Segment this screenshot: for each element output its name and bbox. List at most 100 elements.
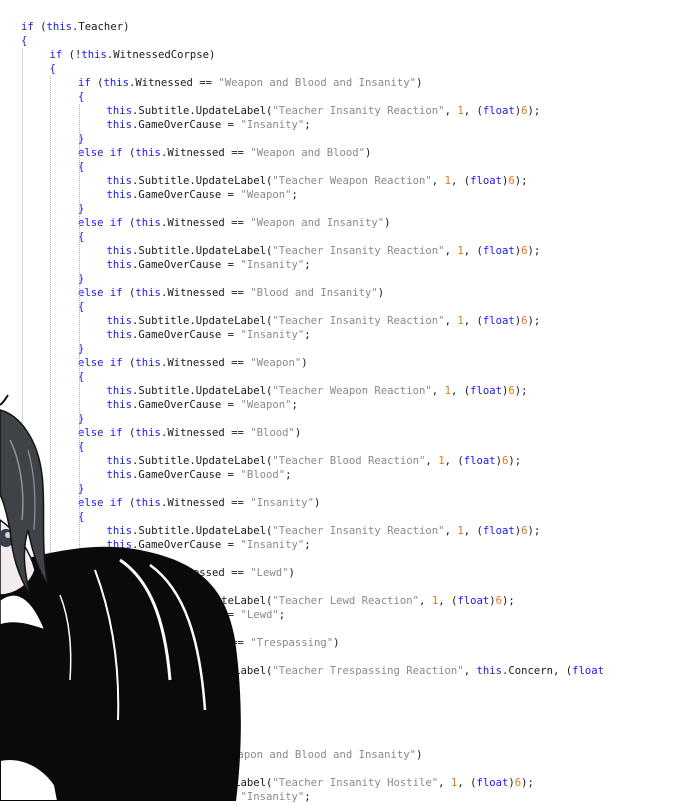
code-token: ); <box>514 385 528 397</box>
code-token: ; <box>278 609 286 621</box>
code-token: ( <box>122 287 136 299</box>
code-token: ); <box>527 315 541 327</box>
code-token: .Witnessed == <box>160 217 251 229</box>
code-token: this <box>135 217 161 229</box>
code-token: .Witnessed == <box>129 77 219 89</box>
code-token: { <box>78 91 85 103</box>
code-token: this <box>106 329 133 341</box>
code-token: { <box>49 63 56 75</box>
code-token: ) <box>377 287 385 299</box>
code-token: ); <box>502 595 515 607</box>
code-token: this <box>135 287 161 299</box>
code-token: float <box>482 105 515 117</box>
code-line: if (this.Witnessed == "Weapon and Blood … <box>78 76 422 90</box>
code-line: this.GameOverCause = "Insanity"; <box>107 118 311 132</box>
code-token: ( <box>122 147 136 159</box>
code-token: else if <box>78 357 123 369</box>
code-token: ) <box>416 77 423 89</box>
character-uniform <box>0 546 241 801</box>
code-token: "Teacher Insanity Hostile" <box>272 777 439 789</box>
code-token: ) <box>288 567 295 579</box>
code-token: .Subtitle.UpdateLabel( <box>132 175 273 187</box>
code-token: "Teacher Blood Reaction" <box>272 455 426 467</box>
code-token: ; <box>304 119 311 131</box>
code-token: if <box>78 77 91 89</box>
code-token: ; <box>285 469 292 481</box>
code-token: , <box>438 777 451 789</box>
code-line: this.Subtitle.UpdateLabel("Teacher Weapo… <box>107 174 528 188</box>
code-token: ; <box>291 399 298 411</box>
code-token: "Insanity" <box>240 119 305 131</box>
code-token: ( <box>122 217 136 229</box>
code-token: "Blood and Insanity" <box>250 287 378 299</box>
code-token: .Witnessed == <box>160 287 251 299</box>
code-token: .GameOverCause = <box>132 329 241 341</box>
code-token: ) <box>314 497 321 509</box>
code-token: , <box>431 175 445 187</box>
code-token: "Teacher Insanity Reaction" <box>272 525 445 537</box>
code-token: .GameOverCause = <box>132 259 241 271</box>
code-token: this <box>106 189 133 201</box>
code-token: .Witnessed == <box>160 147 251 159</box>
code-token: float <box>470 175 502 187</box>
code-token: , <box>444 245 458 257</box>
code-token: ); <box>527 245 541 257</box>
code-token: "Teacher Insanity Reaction" <box>272 105 445 117</box>
code-token: , ( <box>450 385 471 397</box>
code-token: this <box>81 49 107 61</box>
code-token: , ( <box>457 777 477 789</box>
code-token: , ( <box>463 315 483 327</box>
code-token: float <box>463 455 496 467</box>
code-token: float <box>482 525 515 537</box>
code-token: .Subtitle.UpdateLabel( <box>132 245 273 257</box>
code-token: this <box>135 147 161 159</box>
code-token: ; <box>304 791 311 803</box>
code-token: ) <box>301 357 308 369</box>
code-token: .Subtitle.UpdateLabel( <box>132 105 273 117</box>
code-token: else if <box>78 217 123 229</box>
code-token: , <box>463 665 477 677</box>
code-token: "Teacher Weapon Reaction" <box>272 385 432 397</box>
code-token: , <box>431 385 445 397</box>
code-token: "Insanity" <box>240 259 305 271</box>
code-token: , ( <box>450 175 471 187</box>
code-token: "Weapon" <box>240 189 292 201</box>
code-token: ( <box>33 21 47 33</box>
code-token: ); <box>514 175 528 187</box>
code-token: , <box>425 455 439 467</box>
code-token: else if <box>78 287 123 299</box>
code-token: this <box>106 119 133 131</box>
code-token: .GameOverCause = <box>132 189 241 201</box>
code-token: .Witnessed == <box>160 357 251 369</box>
code-token: this <box>103 77 130 89</box>
code-token: , <box>444 525 458 537</box>
code-token: this <box>106 105 133 117</box>
code-token: "Weapon" <box>250 357 302 369</box>
code-line: { <box>50 62 56 76</box>
code-token: { <box>21 35 28 47</box>
code-token: "Insanity" <box>240 329 305 341</box>
code-token: "Weapon and Blood" <box>250 147 366 159</box>
code-line: this.GameOverCause = "Insanity"; <box>107 258 311 272</box>
code-line: this.Subtitle.UpdateLabel("Teacher Insan… <box>107 104 541 118</box>
code-token: float <box>482 245 515 257</box>
code-token: "Teacher Insanity Reaction" <box>272 315 445 327</box>
code-token: this <box>476 665 502 677</box>
code-token: ; <box>304 539 311 551</box>
code-token: ; <box>291 189 298 201</box>
code-line: this.Subtitle.UpdateLabel("Teacher Insan… <box>107 314 541 328</box>
code-token: float <box>457 595 490 607</box>
code-token: , <box>419 595 432 607</box>
code-token: , <box>444 315 458 327</box>
code-token: , ( <box>438 595 458 607</box>
code-token: ) <box>365 147 372 159</box>
code-token: (! <box>62 49 82 61</box>
code-token: "Teacher Lewd Reaction" <box>272 595 420 607</box>
code-token: if <box>21 21 34 33</box>
code-token: "Weapon and Insanity" <box>250 217 385 229</box>
code-line: { <box>21 34 27 48</box>
code-line: this.Subtitle.UpdateLabel("Teacher Insan… <box>107 244 541 258</box>
code-token: "Teacher Trespassing Reaction" <box>272 665 464 677</box>
code-token: ); <box>527 105 541 117</box>
code-line: this.GameOverCause = "Weapon"; <box>107 188 298 202</box>
